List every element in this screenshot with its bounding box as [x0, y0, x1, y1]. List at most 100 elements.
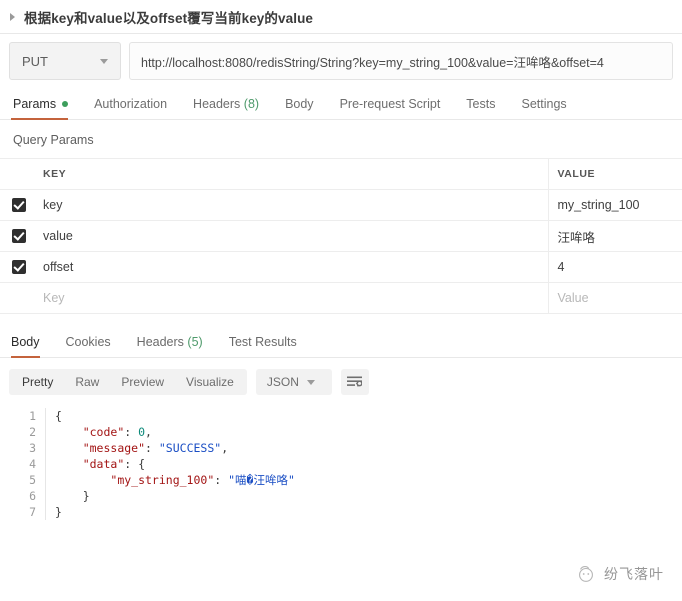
- row-value[interactable]: my_string_100: [548, 189, 682, 221]
- table-header-row: KEY VALUE: [0, 158, 682, 190]
- response-tabs: Body Cookies Headers (5) Test Results: [0, 327, 682, 358]
- code-token: ,: [221, 441, 229, 455]
- format-pretty[interactable]: Pretty: [11, 369, 64, 395]
- tab-body-label: Body: [285, 97, 314, 111]
- request-title-bar: 根据key和value以及offset覆写当前key的value: [0, 0, 682, 34]
- table-row: key my_string_100: [0, 189, 682, 221]
- tab-authorization-label: Authorization: [94, 97, 168, 111]
- header-key: KEY: [38, 158, 548, 190]
- code-line: "data": {: [55, 456, 295, 472]
- code-lines[interactable]: { "code": 0, "message": "SUCCESS", "data…: [46, 408, 295, 520]
- language-select[interactable]: JSON: [255, 369, 332, 395]
- code-token: :: [145, 441, 159, 455]
- row-checkbox[interactable]: [12, 198, 26, 212]
- tab-tests[interactable]: Tests: [453, 97, 508, 119]
- response-tab-test-results-label: Test Results: [228, 335, 297, 349]
- response-tab-headers-count: (5): [187, 335, 203, 349]
- query-params-label: Query Params: [13, 133, 94, 147]
- row-checkbox-cell: [0, 282, 38, 314]
- line-number: 6: [29, 489, 36, 503]
- tab-settings[interactable]: Settings: [508, 97, 579, 119]
- table-row: value 汪哞咯: [0, 220, 682, 252]
- line-number: 7: [29, 505, 36, 519]
- tab-headers-count: (8): [243, 97, 260, 111]
- watermark: 纷飞落叶: [575, 563, 664, 585]
- language-label: JSON: [266, 375, 299, 389]
- url-input[interactable]: http://localhost:8080/redisString/String…: [129, 42, 673, 80]
- code-line: }: [55, 504, 295, 520]
- line-number: 5: [29, 473, 36, 487]
- row-key[interactable]: offset: [38, 251, 548, 283]
- row-value[interactable]: 4: [548, 251, 682, 283]
- code-token: "data": [82, 457, 125, 471]
- response-body-code: 1 2 3 4 5 6 7 { "code": 0, "message": "SUCCESS…: [0, 405, 682, 520]
- row-checkbox[interactable]: [12, 229, 26, 243]
- response-tab-body-label: Body: [11, 335, 40, 349]
- code-line: "message": "SUCCESS",: [55, 440, 295, 456]
- code-token: "code": [82, 425, 125, 439]
- code-token: 0: [138, 425, 146, 439]
- response-tab-body[interactable]: Body: [11, 335, 53, 358]
- code-token: :: [214, 473, 229, 487]
- http-method-label: PUT: [22, 53, 48, 69]
- logo-icon: [579, 566, 593, 582]
- code-token: "my_string_100": [110, 473, 215, 487]
- row-checkbox-cell: [0, 251, 38, 283]
- code-token: :: [124, 425, 139, 439]
- code-token: }: [55, 505, 62, 519]
- code-token: {: [55, 409, 62, 423]
- tab-authorization[interactable]: Authorization: [81, 97, 180, 119]
- query-params-table: KEY VALUE key my_string_100 value 汪哞咯 of…: [0, 158, 682, 314]
- row-checkbox-cell: [0, 220, 38, 252]
- tab-body[interactable]: Body: [272, 97, 327, 119]
- format-segment-group: Pretty Raw Preview Visualize: [9, 369, 247, 395]
- code-token: "SUCCESS": [158, 441, 222, 455]
- header-checkbox-col: [0, 158, 38, 190]
- code-token: "message": [82, 441, 146, 455]
- code-line: "code": 0,: [55, 424, 295, 440]
- tab-params[interactable]: Params: [9, 97, 81, 120]
- http-method-select[interactable]: PUT: [9, 42, 121, 80]
- response-tab-cookies[interactable]: Cookies: [66, 335, 124, 357]
- new-value-input[interactable]: Value: [548, 282, 682, 314]
- tab-headers-label: Headers: [193, 97, 241, 111]
- word-wrap-icon: [347, 376, 363, 386]
- code-token: ,: [145, 425, 152, 439]
- response-tab-cookies-label: Cookies: [65, 335, 111, 349]
- line-number: 2: [29, 425, 36, 439]
- word-wrap-button[interactable]: [340, 369, 369, 395]
- tab-pre-request-script-label: Pre-request Script: [339, 97, 441, 111]
- header-value: VALUE: [548, 158, 682, 190]
- table-row: offset 4: [0, 251, 682, 283]
- tab-headers[interactable]: Headers (8): [180, 97, 272, 119]
- code-line: {: [55, 408, 295, 424]
- new-key-input[interactable]: Key: [38, 282, 548, 314]
- line-number: 3: [29, 441, 36, 455]
- format-visualize[interactable]: Visualize: [175, 369, 245, 395]
- code-token: : {: [124, 457, 146, 471]
- row-checkbox-cell: [0, 189, 38, 221]
- response-tab-test-results[interactable]: Test Results: [229, 335, 310, 357]
- format-preview[interactable]: Preview: [110, 369, 175, 395]
- code-line: }: [55, 488, 295, 504]
- row-value[interactable]: 汪哞咯: [548, 220, 682, 252]
- chevron-down-icon: [100, 58, 108, 64]
- tab-params-label: Params: [13, 97, 57, 111]
- triangle-right-icon[interactable]: [10, 12, 15, 21]
- code-line: "my_string_100": "喵�汪哞咯": [55, 472, 295, 488]
- line-number: 1: [29, 409, 36, 423]
- table-row-empty: Key Value: [0, 282, 682, 314]
- line-number-gutter: 1 2 3 4 5 6 7: [0, 408, 46, 520]
- tab-pre-request-script[interactable]: Pre-request Script: [327, 97, 454, 119]
- format-raw[interactable]: Raw: [64, 369, 110, 395]
- row-key[interactable]: key: [38, 189, 548, 221]
- row-checkbox[interactable]: [12, 260, 26, 274]
- response-tab-headers-label: Headers: [136, 335, 184, 349]
- response-tab-headers[interactable]: Headers (5): [137, 335, 216, 357]
- watermark-text: 纷飞落叶: [604, 566, 664, 582]
- row-key[interactable]: value: [38, 220, 548, 252]
- url-text: http://localhost:8080/redisString/String…: [141, 55, 604, 70]
